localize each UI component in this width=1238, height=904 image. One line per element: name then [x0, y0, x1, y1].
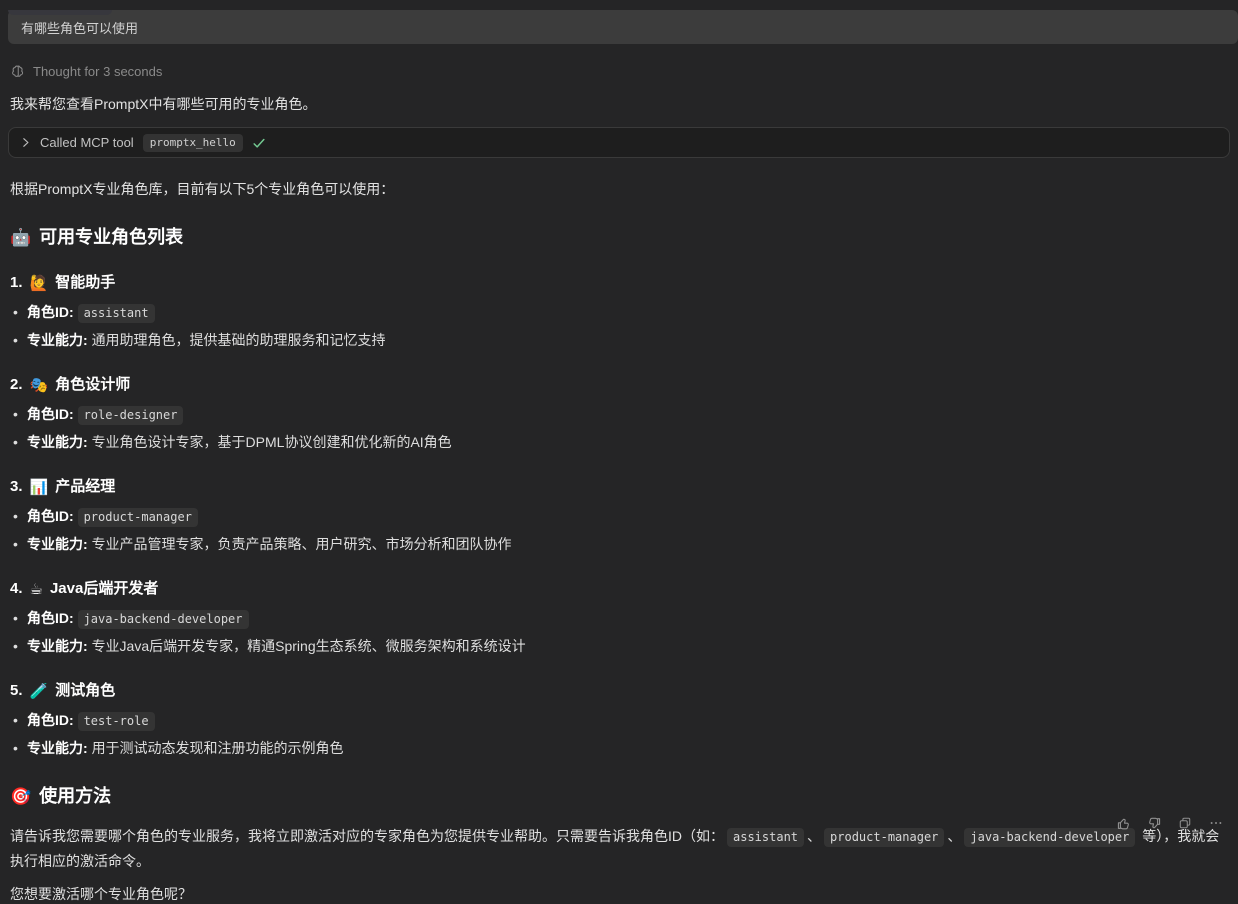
role-id-item: 角色ID: java-backend-developer — [10, 608, 1228, 629]
role-id-label: 角色ID: — [27, 508, 74, 524]
tool-name-badge: promptx_hello — [143, 134, 243, 152]
role-capability-text: 专业Java后端开发专家，精通Spring生态系统、微服务架构和系统设计 — [92, 638, 526, 654]
roles-section-heading: 🤖 可用专业角色列表 — [10, 226, 1228, 248]
role-capability-label: 专业能力: — [27, 536, 88, 552]
copy-icon[interactable] — [1176, 814, 1194, 832]
role-id-item: 角色ID: test-role — [10, 710, 1228, 731]
robot-icon: 🤖 — [10, 229, 31, 246]
separator: 、 — [807, 828, 821, 844]
role-heading-test-role: 5. 🧪 测试角色 — [10, 681, 1228, 701]
role-capability-text: 专业产品管理专家，负责产品策略、用户研究、市场分析和团队协作 — [92, 536, 512, 552]
role-id-badge: product-manager — [78, 508, 198, 527]
truncated-element-top — [8, 10, 112, 15]
role-id-badge: role-designer — [78, 406, 184, 425]
usage-section-heading: 🎯 使用方法 — [10, 785, 1228, 807]
inline-code-java-backend-developer: java-backend-developer — [964, 828, 1135, 847]
closing-question: 您想要激活哪个专业角色呢？ — [10, 884, 1228, 904]
role-capability-text: 通用助理角色，提供基础的助理服务和记忆支持 — [92, 332, 386, 348]
role-number: 2. — [10, 375, 23, 395]
role-name: 智能助手 — [55, 273, 115, 293]
role-capability-label: 专业能力: — [27, 740, 88, 756]
thumbs-down-button[interactable] — [1145, 814, 1163, 832]
usage-paragraph: 请告诉我您需要哪个角色的专业服务，我将立即激活对应的专家角色为您提供专业帮助。只… — [10, 824, 1228, 873]
role-capability-label: 专业能力: — [27, 638, 88, 654]
mcp-tool-call-row[interactable]: Called MCP tool promptx_hello — [8, 127, 1230, 158]
role-number: 5. — [10, 681, 23, 701]
role-id-badge: java-backend-developer — [78, 610, 249, 629]
user-message-text: 有哪些角色可以使用 — [21, 18, 138, 37]
separator: 、 — [947, 828, 961, 844]
assistant-intro-text: 我来帮您查看PromptX中有哪些可用的专业角色。 — [10, 94, 1228, 114]
success-check-icon — [252, 136, 266, 150]
inline-code-product-manager: product-manager — [824, 828, 944, 847]
role-id-item: 角色ID: assistant — [10, 302, 1228, 323]
role-name: Java后端开发者 — [50, 579, 158, 599]
role-id-item: 角色ID: product-manager — [10, 506, 1228, 527]
role-heading-assistant: 1. 🙋 智能助手 — [10, 273, 1228, 293]
role-capability-item: 专业能力: 通用助理角色，提供基础的助理服务和记忆支持 — [10, 330, 1228, 350]
inline-code-assistant: assistant — [727, 828, 804, 847]
role-id-badge: test-role — [78, 712, 155, 731]
more-options-button[interactable] — [1207, 814, 1225, 832]
role-detail-list: 角色ID: java-backend-developer 专业能力: 专业Jav… — [10, 608, 1228, 656]
theater-masks-icon: 🎭 — [30, 378, 49, 393]
role-name: 测试角色 — [55, 681, 115, 701]
role-name: 产品经理 — [55, 477, 115, 497]
role-detail-list: 角色ID: role-designer 专业能力: 专业角色设计专家，基于DPM… — [10, 404, 1228, 452]
coffee-icon: ☕ — [30, 582, 43, 597]
target-icon: 🎯 — [10, 788, 31, 805]
thought-label: Thought for 3 seconds — [33, 64, 162, 79]
usage-heading-text: 使用方法 — [39, 785, 111, 807]
message-action-bar — [1114, 814, 1225, 832]
role-id-label: 角色ID: — [27, 406, 74, 422]
roles-heading-text: 可用专业角色列表 — [39, 226, 183, 248]
role-capability-text: 专业角色设计专家，基于DPML协议创建和优化新的AI角色 — [92, 434, 452, 450]
role-id-item: 角色ID: role-designer — [10, 404, 1228, 425]
role-capability-item: 专业能力: 专业Java后端开发专家，精通Spring生态系统、微服务架构和系统… — [10, 636, 1228, 656]
tool-call-label: Called MCP tool — [40, 135, 134, 150]
role-heading-product-manager: 3. 📊 产品经理 — [10, 477, 1228, 497]
role-capability-item: 专业能力: 专业产品管理专家，负责产品策略、用户研究、市场分析和团队协作 — [10, 534, 1228, 554]
chevron-right-icon[interactable] — [20, 137, 31, 148]
role-number: 4. — [10, 579, 23, 599]
role-capability-label: 专业能力: — [27, 434, 88, 450]
role-detail-list: 角色ID: product-manager 专业能力: 专业产品管理专家，负责产… — [10, 506, 1228, 554]
lead-text: 根据PromptX专业角色库，目前有以下5个专业角色可以使用： — [10, 179, 1228, 199]
role-id-label: 角色ID: — [27, 712, 74, 728]
role-number: 3. — [10, 477, 23, 497]
person-raising-hand-icon: 🙋 — [30, 276, 49, 291]
assistant-message-body: 根据PromptX专业角色库，目前有以下5个专业角色可以使用： 🤖 可用专业角色… — [10, 179, 1228, 904]
thumbs-up-button[interactable] — [1114, 814, 1132, 832]
role-detail-list: 角色ID: assistant 专业能力: 通用助理角色，提供基础的助理服务和记… — [10, 302, 1228, 350]
role-detail-list: 角色ID: test-role 专业能力: 用于测试动态发现和注册功能的示例角色 — [10, 710, 1228, 758]
role-name: 角色设计师 — [55, 375, 130, 395]
role-number: 1. — [10, 273, 23, 293]
bar-chart-icon: 📊 — [30, 480, 49, 495]
role-capability-item: 专业能力: 用于测试动态发现和注册功能的示例角色 — [10, 738, 1228, 758]
role-heading-role-designer: 2. 🎭 角色设计师 — [10, 375, 1228, 395]
user-message-bubble[interactable]: 有哪些角色可以使用 — [8, 10, 1238, 44]
role-id-label: 角色ID: — [27, 610, 74, 626]
role-id-badge: assistant — [78, 304, 155, 323]
test-tube-icon: 🧪 — [30, 684, 49, 699]
role-id-label: 角色ID: — [27, 304, 74, 320]
role-capability-label: 专业能力: — [27, 332, 88, 348]
usage-text-before: 请告诉我您需要哪个角色的专业服务，我将立即激活对应的专家角色为您提供专业帮助。只… — [10, 828, 724, 844]
thought-summary[interactable]: Thought for 3 seconds — [10, 64, 1238, 79]
brain-icon — [10, 64, 25, 79]
role-capability-text: 用于测试动态发现和注册功能的示例角色 — [92, 740, 344, 756]
role-heading-java-backend-developer: 4. ☕ Java后端开发者 — [10, 579, 1228, 599]
role-capability-item: 专业能力: 专业角色设计专家，基于DPML协议创建和优化新的AI角色 — [10, 432, 1228, 452]
